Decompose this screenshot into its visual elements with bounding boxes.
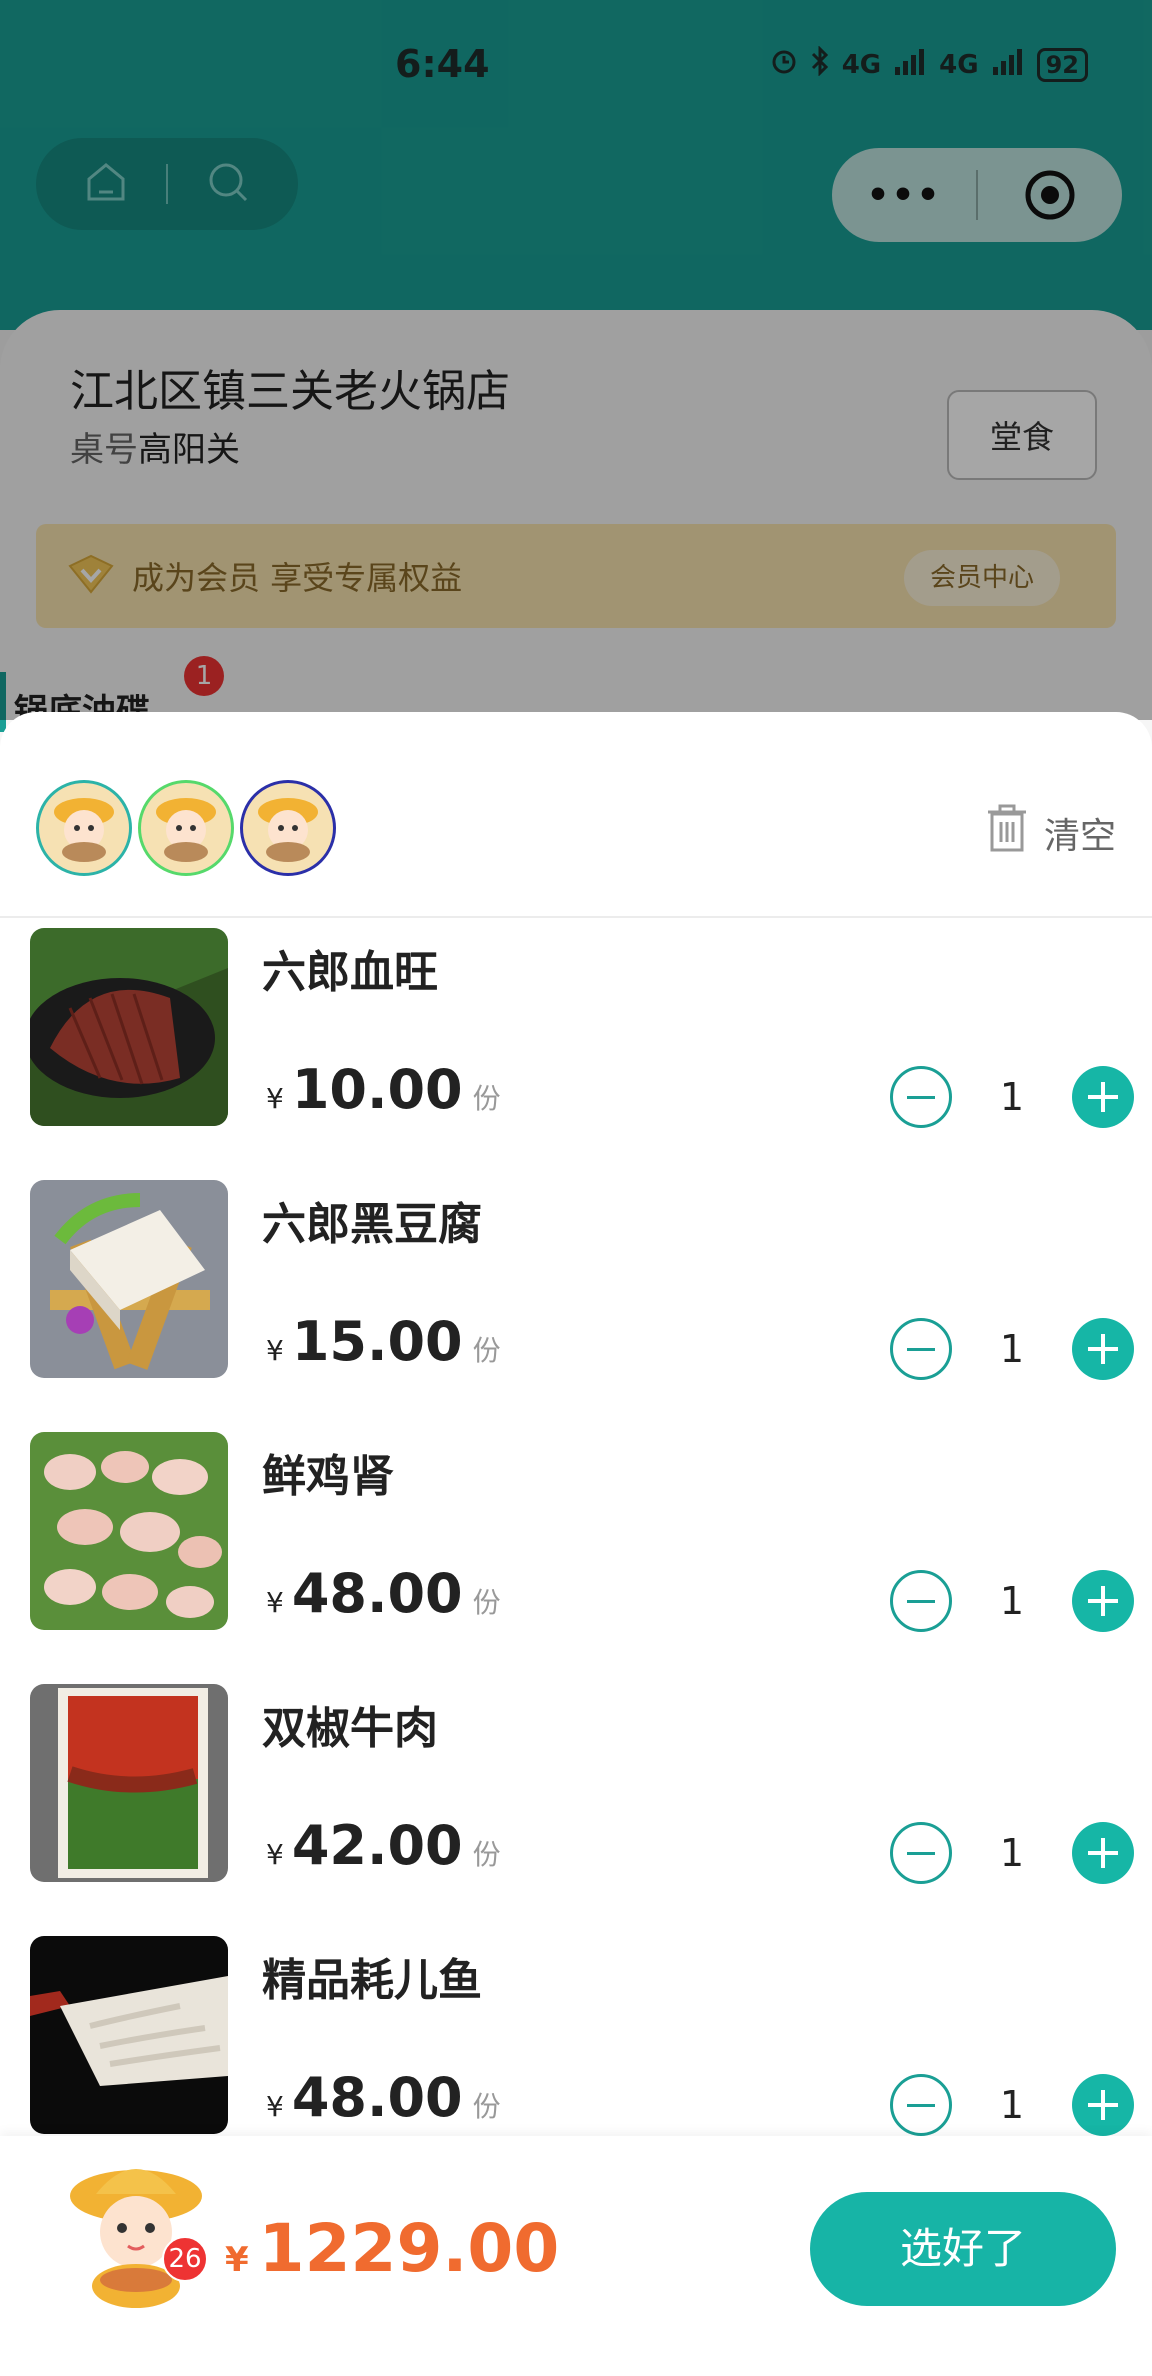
currency-symbol: ¥ <box>266 1082 284 1115</box>
quantity-stepper: 1 <box>890 1570 1134 1632</box>
quantity-stepper: 1 <box>890 1318 1134 1380</box>
quantity-value: 1 <box>999 1831 1025 1875</box>
quantity-stepper: 1 <box>890 1822 1134 1884</box>
avatar[interactable] <box>240 780 336 876</box>
cart-item: 六郎黑豆腐 ¥ 15.00 份 1 <box>0 1180 1152 1380</box>
decrease-button[interactable] <box>890 1570 952 1632</box>
clear-label: 清空 <box>1043 815 1116 857</box>
total-amount: 1229.00 <box>258 2210 560 2287</box>
decrease-button[interactable] <box>890 1066 952 1128</box>
decrease-button[interactable] <box>890 2074 952 2136</box>
quantity-value: 1 <box>999 2083 1025 2127</box>
price-unit: 份 <box>472 1586 501 1619</box>
avatar[interactable] <box>36 780 132 876</box>
cart-count-badge: 26 <box>162 2236 208 2282</box>
item-image-beef <box>30 1684 228 1882</box>
cart-item: 精品耗儿鱼 ¥ 48.00 份 1 <box>0 1936 1152 2136</box>
item-image-chicken-kidney <box>30 1432 228 1630</box>
confirm-selection-button[interactable]: 选好了 <box>810 2192 1116 2306</box>
cart-item-list[interactable]: 六郎血旺 ¥ 10.00 份 1 六郎黑豆腐 ¥ 15.00 份 1 鲜鸡肾 ¥… <box>0 918 1152 2138</box>
increase-button[interactable] <box>1072 1066 1134 1128</box>
increase-button[interactable] <box>1072 1822 1134 1884</box>
price-unit: 份 <box>472 1838 501 1871</box>
cart-item: 双椒牛肉 ¥ 42.00 份 1 <box>0 1684 1152 1884</box>
price-amount: 42.00 <box>291 1814 463 1877</box>
trash-icon <box>984 802 1030 863</box>
item-image-fish <box>30 1936 228 2134</box>
item-name: 六郎黑豆腐 <box>262 1199 482 1250</box>
decrease-button[interactable] <box>890 1822 952 1884</box>
increase-button[interactable] <box>1072 1318 1134 1380</box>
increase-button[interactable] <box>1072 2074 1134 2136</box>
quantity-stepper: 1 <box>890 2074 1134 2136</box>
clear-cart-button[interactable]: 清空 <box>984 802 1116 863</box>
item-image-black-tofu <box>30 1180 228 1378</box>
item-image-blood-tofu <box>30 928 228 1126</box>
item-name: 双椒牛肉 <box>262 1703 438 1754</box>
item-price: ¥ 48.00 份 <box>266 2066 501 2129</box>
diner-avatars <box>36 780 336 876</box>
price-amount: 10.00 <box>291 1058 463 1121</box>
currency-symbol: ¥ <box>266 2090 284 2123</box>
cart-item: 鲜鸡肾 ¥ 48.00 份 1 <box>0 1432 1152 1632</box>
price-amount: 15.00 <box>291 1310 463 1373</box>
increase-button[interactable] <box>1072 1570 1134 1632</box>
currency-symbol: ¥ <box>266 1838 284 1871</box>
currency-symbol: ¥ <box>266 1334 284 1367</box>
quantity-stepper: 1 <box>890 1066 1134 1128</box>
cart-item: 六郎血旺 ¥ 10.00 份 1 <box>0 928 1152 1128</box>
item-name: 鲜鸡肾 <box>262 1451 394 1502</box>
item-price: ¥ 10.00 份 <box>266 1058 501 1121</box>
quantity-value: 1 <box>999 1075 1025 1119</box>
item-price: ¥ 42.00 份 <box>266 1814 501 1877</box>
cart-sheet: 清空 六郎血旺 ¥ 10.00 份 1 六郎黑豆腐 ¥ 15.00 份 1 鲜鸡… <box>0 712 1152 2376</box>
price-amount: 48.00 <box>291 2066 463 2129</box>
item-price: ¥ 48.00 份 <box>266 1562 501 1625</box>
dim-overlay[interactable] <box>0 0 1152 720</box>
price-unit: 份 <box>472 2090 501 2123</box>
cart-header: 清空 <box>0 712 1152 918</box>
quantity-value: 1 <box>999 1327 1025 1371</box>
price-unit: 份 <box>472 1082 501 1115</box>
page: 6:44 4G 4G 92 ••• 江北区镇三关老火锅店 桌号高阳关 堂食 成为… <box>0 0 1152 2376</box>
item-name: 六郎血旺 <box>262 947 438 998</box>
price-unit: 份 <box>472 1334 501 1367</box>
cart-mascot-icon[interactable] <box>66 2154 206 2314</box>
price-amount: 48.00 <box>291 1562 463 1625</box>
total-currency: ¥ <box>225 2240 249 2280</box>
item-name: 精品耗儿鱼 <box>262 1955 482 2006</box>
checkout-bar: 26 ¥ 1229.00 选好了 <box>0 2136 1152 2376</box>
item-price: ¥ 15.00 份 <box>266 1310 501 1373</box>
decrease-button[interactable] <box>890 1318 952 1380</box>
quantity-value: 1 <box>999 1579 1025 1623</box>
avatar[interactable] <box>138 780 234 876</box>
currency-symbol: ¥ <box>266 1586 284 1619</box>
cart-total: ¥ 1229.00 <box>225 2210 559 2287</box>
